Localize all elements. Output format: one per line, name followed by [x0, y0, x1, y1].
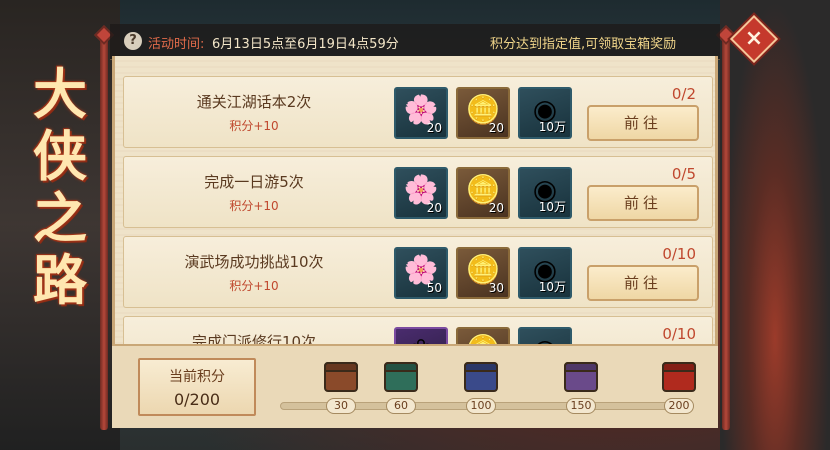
task-progress: 0/2: [671, 85, 696, 103]
jade-chest-icon[interactable]: [384, 362, 418, 392]
task-name: 通关江湖话本2次: [196, 93, 312, 111]
wooden-chest-icon[interactable]: [324, 362, 358, 392]
title-char-1: 大: [33, 62, 87, 126]
task-name: 完成一日游5次: [204, 173, 304, 191]
purple-chest-icon[interactable]: [564, 362, 598, 392]
reward-slot[interactable]: 🌸 20: [394, 87, 448, 139]
milestone-label: 100: [466, 398, 496, 414]
chest-lid: [464, 362, 498, 372]
reward-slot[interactable]: 🪙 20: [456, 87, 510, 139]
chest-lid: [384, 362, 418, 372]
blue-chest-icon[interactable]: [464, 362, 498, 392]
reward-slot[interactable]: ◉ 10万: [518, 87, 572, 139]
milestone-label: 30: [326, 398, 356, 414]
task-row: 演武场成功挑战10次 积分+10 🌸 50 🪙 30 ◉ 10万 0/10 前往: [123, 236, 713, 308]
task-row: 完成一日游5次 积分+10 🌸 20 🪙 20 ◉ 10万 0/5 前往: [123, 156, 713, 228]
points-footer: 当前积分 0/200 30 60 100 150 200: [112, 344, 718, 428]
reward-count: 20: [426, 121, 442, 135]
reward-count: 30: [488, 281, 504, 295]
task-list[interactable]: 通关江湖话本2次 积分+10 🌸 20 🪙 20 ◉ 10万 0/2 前往 完成…: [123, 76, 713, 346]
title-char-4: 路: [33, 248, 87, 312]
task-name: 演武场成功挑战10次: [184, 253, 324, 271]
current-points-box: 当前积分 0/200: [138, 358, 256, 416]
go-button[interactable]: 前往: [587, 185, 699, 221]
milestone-label: 200: [664, 398, 694, 414]
reward-slot[interactable]: 🌸 50: [394, 247, 448, 299]
task-points: 积分+10: [229, 199, 279, 213]
reward-slot[interactable]: ◉ 10万: [518, 167, 572, 219]
reward-count: 20: [426, 201, 442, 215]
red-chest-icon[interactable]: [662, 362, 696, 392]
reward-count: 10万: [538, 200, 566, 214]
reward-count: 20: [488, 121, 504, 135]
title-char-3: 之: [33, 186, 87, 250]
reward-slot[interactable]: 🪙 20: [456, 167, 510, 219]
event-time-label: 活动时间:: [148, 37, 205, 52]
milestone-label: 150: [566, 398, 596, 414]
background-right-banner: [720, 0, 830, 450]
reward-count: 10万: [538, 120, 566, 134]
milestone-label: 60: [386, 398, 416, 414]
right-pole: [722, 30, 730, 430]
go-button[interactable]: 前往: [587, 265, 699, 301]
reward-slot[interactable]: ◉ 10万: [518, 247, 572, 299]
reward-count: 50: [426, 281, 442, 295]
event-hint: 积分达到指定值,可领取宝箱奖励: [490, 37, 677, 52]
go-button[interactable]: 前往: [587, 105, 699, 141]
current-points-label: 当前积分: [169, 369, 225, 385]
close-icon[interactable]: ×: [744, 26, 764, 52]
chest-lid: [324, 362, 358, 372]
task-progress: 0/10: [662, 245, 696, 263]
chest-lid: [564, 362, 598, 372]
event-time-value: 6月13日5点至6月19日4点59分: [212, 37, 399, 52]
task-row: 通关江湖话本2次 积分+10 🌸 20 🪙 20 ◉ 10万 0/2 前往: [123, 76, 713, 148]
task-progress: 0/5: [671, 165, 696, 183]
help-icon[interactable]: ?: [124, 32, 142, 50]
reward-count: 10万: [538, 280, 566, 294]
chest-lid: [662, 362, 696, 372]
reward-slot[interactable]: 🌸 20: [394, 167, 448, 219]
reward-slot[interactable]: 🪙 30: [456, 247, 510, 299]
event-title: 大 侠 之 路: [10, 62, 110, 322]
task-row: 完成门派修行10次 ❀ 🪙 ◉ 0/10: [123, 316, 713, 346]
task-points: 积分+10: [229, 279, 279, 293]
task-points: 积分+10: [229, 119, 279, 133]
title-char-2: 侠: [33, 124, 87, 188]
current-points-value: 0/200: [173, 390, 221, 409]
task-progress: 0/10: [662, 325, 696, 343]
reward-count: 20: [488, 201, 504, 215]
